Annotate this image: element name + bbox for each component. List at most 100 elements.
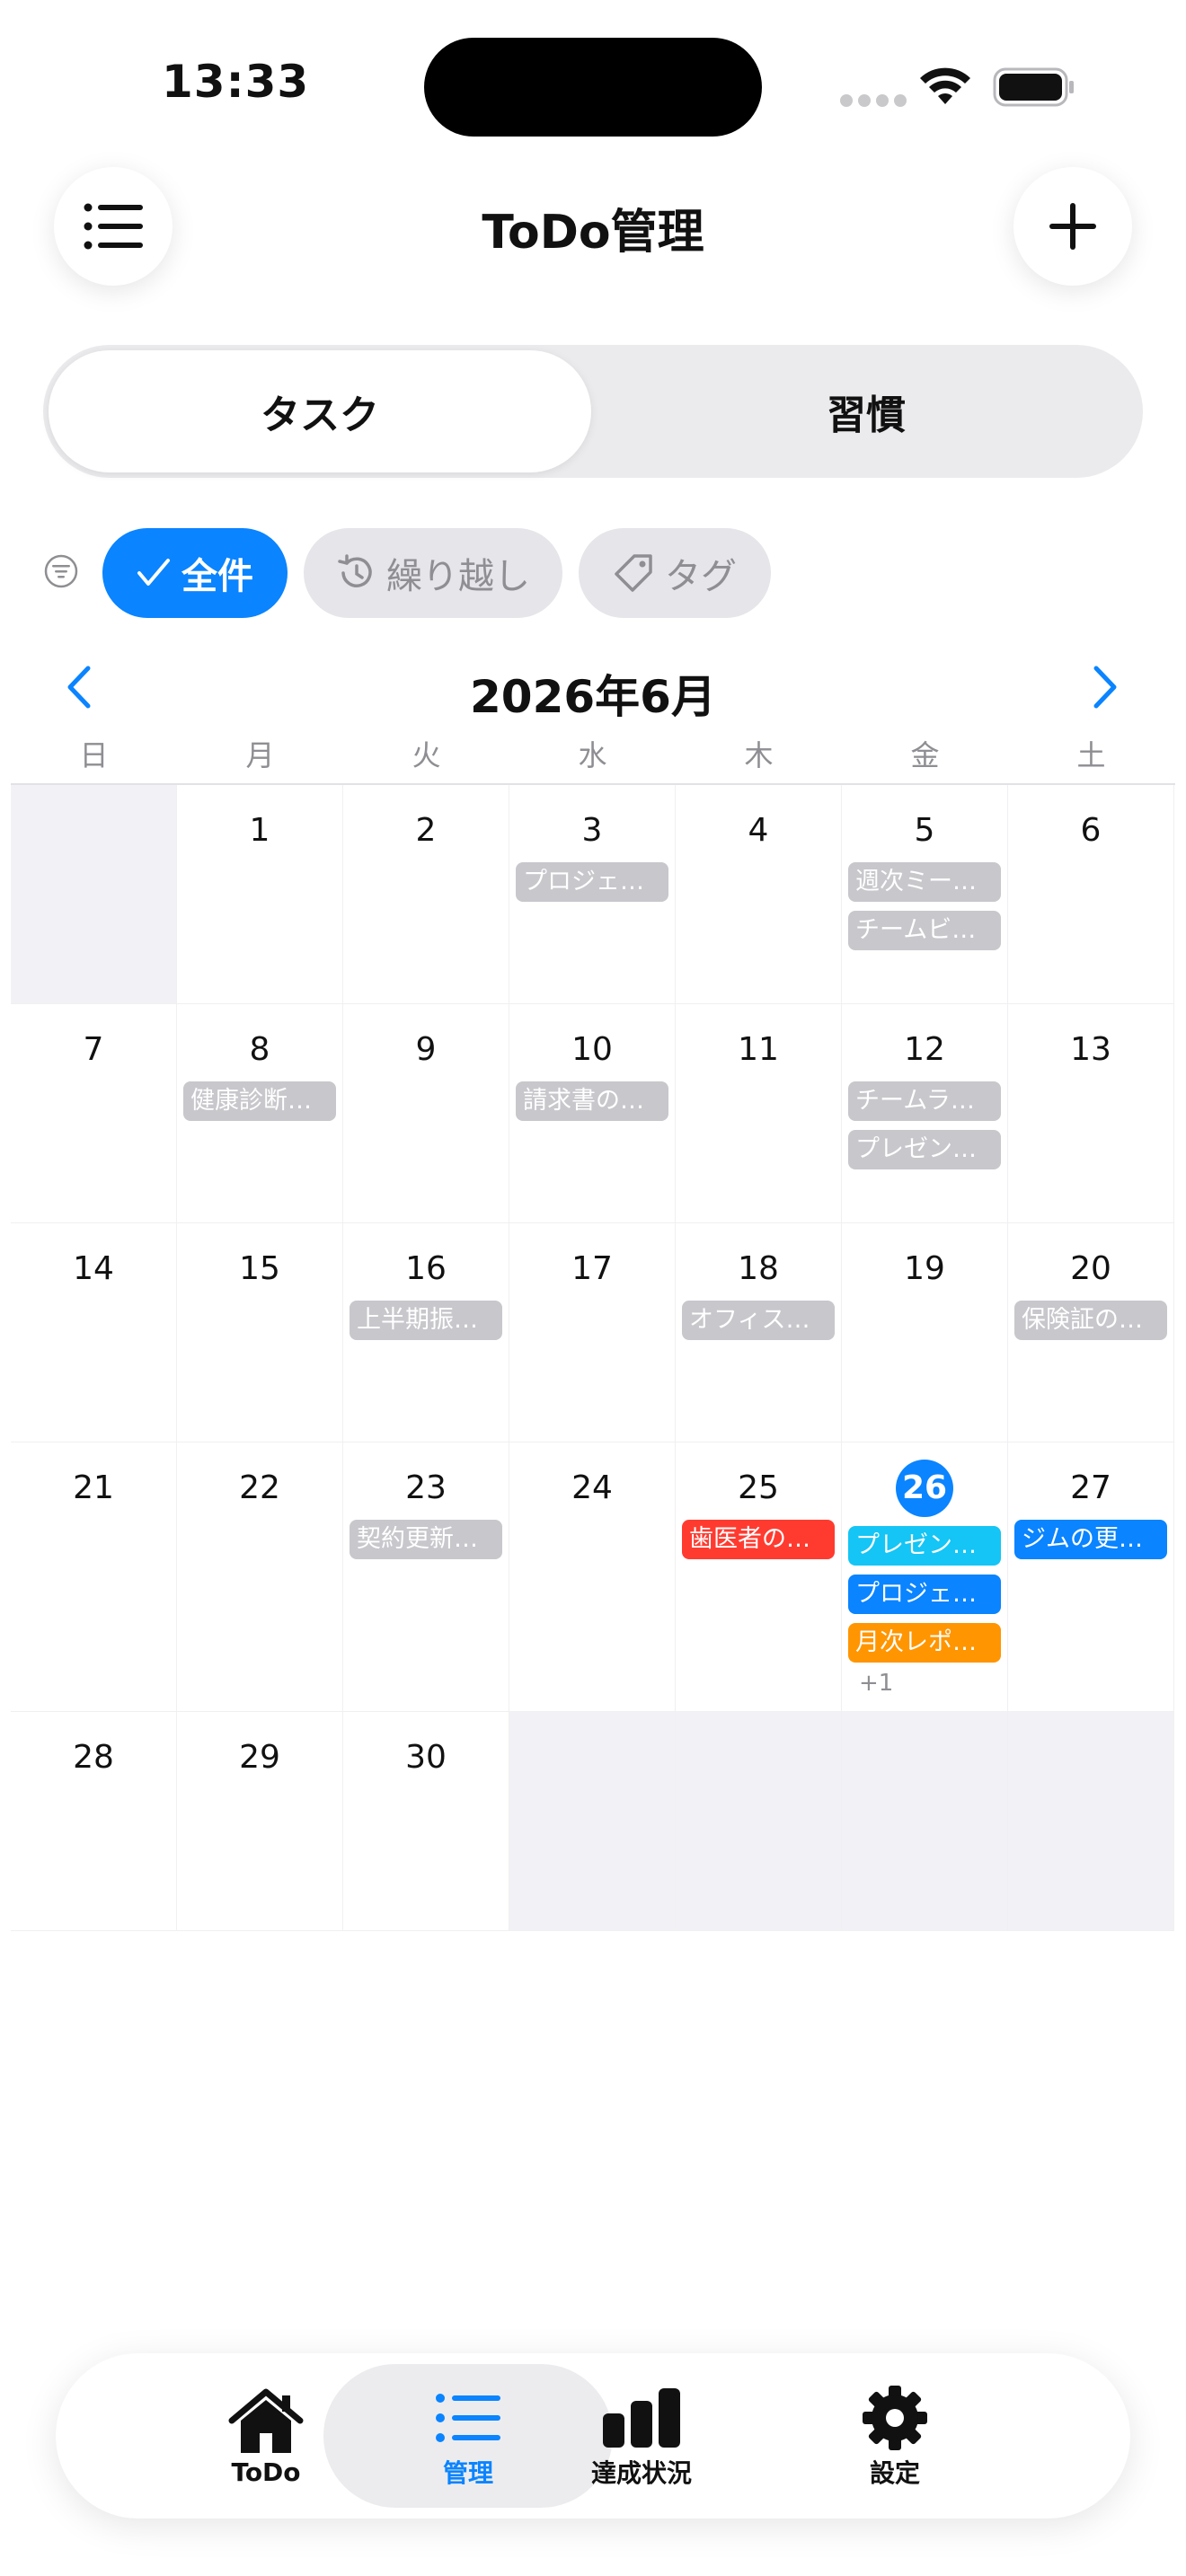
day-number: 15 xyxy=(239,1250,280,1287)
app-screen: 13:33 ToDo管理 タスク 習慣 全件 繰り越し タグ 2026年6月 日… xyxy=(0,0,1186,2576)
filter-chip-carryover[interactable]: 繰り越し xyxy=(304,528,562,618)
filter-chip-carryover-label: 繰り越し xyxy=(386,556,530,597)
calendar-event[interactable]: 上半期振… xyxy=(350,1301,502,1340)
day-events xyxy=(11,1511,176,1520)
filter-icon[interactable] xyxy=(43,553,79,589)
day-number: 11 xyxy=(738,1031,779,1068)
calendar-week-row: 7 8 健康診断… 9 10 請求書の… 11 12 チームラ… プレゼン… 13 xyxy=(11,1004,1175,1223)
day-events xyxy=(1008,853,1173,862)
calendar-day-cell[interactable]: 1 xyxy=(177,785,343,1004)
calendar-day-cell[interactable]: 5 週次ミー… チームビ… xyxy=(842,785,1008,1004)
day-number: 3 xyxy=(581,812,603,849)
calendar-day-cell[interactable]: 29 xyxy=(177,1712,343,1931)
filter-chip-all[interactable]: 全件 xyxy=(102,528,288,618)
calendar-day-cell[interactable]: 10 請求書の… xyxy=(509,1004,676,1223)
day-number: 19 xyxy=(904,1250,945,1287)
day-events xyxy=(177,1292,342,1301)
calendar-day-cell[interactable]: 16 上半期振… xyxy=(343,1223,509,1442)
calendar-day-cell[interactable]: 30 xyxy=(343,1712,509,1931)
calendar-day-cell[interactable]: 21 xyxy=(11,1442,177,1712)
day-events: オフィス… xyxy=(676,1292,841,1340)
day-number: 27 xyxy=(1070,1469,1111,1506)
calendar-event[interactable]: 請求書の… xyxy=(516,1081,668,1121)
day-number: 4 xyxy=(748,812,769,849)
day-events xyxy=(343,853,509,862)
calendar-event[interactable]: チームラ… xyxy=(848,1081,1001,1121)
calendar-event[interactable]: プロジェ… xyxy=(516,862,668,902)
day-number: 24 xyxy=(571,1469,613,1506)
next-month-chevron-icon[interactable] xyxy=(1091,665,1121,710)
calendar-week-row: 1 2 3 プロジェ… 4 5 週次ミー… チームビ… 6 xyxy=(11,785,1175,1004)
weekday-header: 日 月 火 水 木 金 土 xyxy=(11,733,1175,785)
tab-settings[interactable]: 設定 xyxy=(766,2364,1024,2508)
tab-settings-label: 設定 xyxy=(869,2458,920,2488)
calendar-day-cell[interactable]: 15 xyxy=(177,1223,343,1442)
calendar-day-cell[interactable]: 25 歯医者の… xyxy=(676,1442,842,1712)
day-number: 30 xyxy=(405,1739,447,1776)
calendar-event[interactable]: プレゼン… xyxy=(848,1526,1001,1566)
weekday-label: 火 xyxy=(412,738,441,772)
more-events-count[interactable]: +1 xyxy=(848,1670,1001,1697)
calendar-event[interactable]: 週次ミー… xyxy=(848,862,1001,902)
add-button[interactable] xyxy=(1013,167,1132,286)
calendar-day-cell[interactable]: 14 xyxy=(11,1223,177,1442)
calendar-event[interactable]: 保険証の… xyxy=(1014,1301,1167,1340)
day-events: 契約更新… xyxy=(343,1511,509,1559)
cellular-signal-icon xyxy=(840,93,912,110)
day-events xyxy=(11,1780,176,1789)
filter-chip-tag[interactable]: タグ xyxy=(579,528,771,618)
calendar-event[interactable]: 月次レポ… xyxy=(848,1623,1001,1663)
calendar-event[interactable]: プレゼン… xyxy=(848,1130,1001,1169)
history-clock-icon xyxy=(338,554,372,587)
calendar-day-cell[interactable]: 9 xyxy=(343,1004,509,1223)
segment-habit[interactable]: 習慣 xyxy=(595,350,1137,472)
calendar-day-cell[interactable]: 22 xyxy=(177,1442,343,1712)
calendar-day-cell[interactable]: 24 xyxy=(509,1442,676,1712)
calendar-day-cell[interactable]: 3 プロジェ… xyxy=(509,785,676,1004)
calendar-event[interactable]: 健康診断… xyxy=(183,1081,336,1121)
calendar-day-cell[interactable]: 7 xyxy=(11,1004,177,1223)
calendar-week-row: 14 15 16 上半期振… 17 18 オフィス… 19 20 保険証の… xyxy=(11,1223,1175,1442)
segment-task[interactable]: タスク xyxy=(49,350,591,472)
day-number: 9 xyxy=(415,1031,437,1068)
tab-achievement[interactable]: 達成状況 xyxy=(512,2364,771,2508)
status-time: 13:33 xyxy=(162,56,310,108)
day-number: 17 xyxy=(571,1250,613,1287)
gear-icon xyxy=(863,2386,927,2450)
calendar-day-cell[interactable]: 26 プレゼン… プロジェ… 月次レポ… +1 xyxy=(842,1442,1008,1712)
day-number: 5 xyxy=(914,812,935,849)
calendar-day-cell[interactable]: 19 xyxy=(842,1223,1008,1442)
calendar-event[interactable]: 歯医者の… xyxy=(682,1520,835,1559)
calendar-day-cell[interactable]: 4 xyxy=(676,785,842,1004)
filter-chip-all-label: 全件 xyxy=(181,556,253,597)
day-events xyxy=(343,1780,509,1789)
calendar-event[interactable]: 契約更新… xyxy=(350,1520,502,1559)
today-day-number: 26 xyxy=(896,1460,953,1517)
calendar-day-cell[interactable]: 18 オフィス… xyxy=(676,1223,842,1442)
day-number: 2 xyxy=(415,812,437,849)
day-number: 7 xyxy=(83,1031,104,1068)
calendar-week-row: 28 29 30 xyxy=(11,1712,1175,1931)
calendar-day-cell[interactable]: 13 xyxy=(1008,1004,1174,1223)
calendar-day-cell[interactable]: 2 xyxy=(343,785,509,1004)
calendar-day-cell[interactable]: 11 xyxy=(676,1004,842,1223)
calendar-event[interactable]: オフィス… xyxy=(682,1301,835,1340)
calendar-day-cell[interactable]: 6 xyxy=(1008,785,1174,1004)
calendar-day-cell[interactable]: 20 保険証の… xyxy=(1008,1223,1174,1442)
day-events xyxy=(343,1072,509,1081)
calendar-day-cell[interactable]: 17 xyxy=(509,1223,676,1442)
calendar-day-cell[interactable]: 27 ジムの更… xyxy=(1008,1442,1174,1712)
calendar-day-cell[interactable]: 23 契約更新… xyxy=(343,1442,509,1712)
day-number: 25 xyxy=(738,1469,779,1506)
day-number: 21 xyxy=(73,1469,114,1506)
weekday-label: 水 xyxy=(578,738,607,772)
house-icon xyxy=(228,2388,304,2453)
calendar-event[interactable]: プロジェ… xyxy=(848,1575,1001,1614)
calendar-day-cell[interactable]: 12 チームラ… プレゼン… xyxy=(842,1004,1008,1223)
calendar-day-cell[interactable]: 8 健康診断… xyxy=(177,1004,343,1223)
calendar-event[interactable]: ジムの更… xyxy=(1014,1520,1167,1559)
day-events: 週次ミー… チームビ… xyxy=(842,853,1007,950)
day-events xyxy=(509,1292,675,1301)
calendar-day-cell[interactable]: 28 xyxy=(11,1712,177,1931)
calendar-event[interactable]: チームビ… xyxy=(848,911,1001,950)
